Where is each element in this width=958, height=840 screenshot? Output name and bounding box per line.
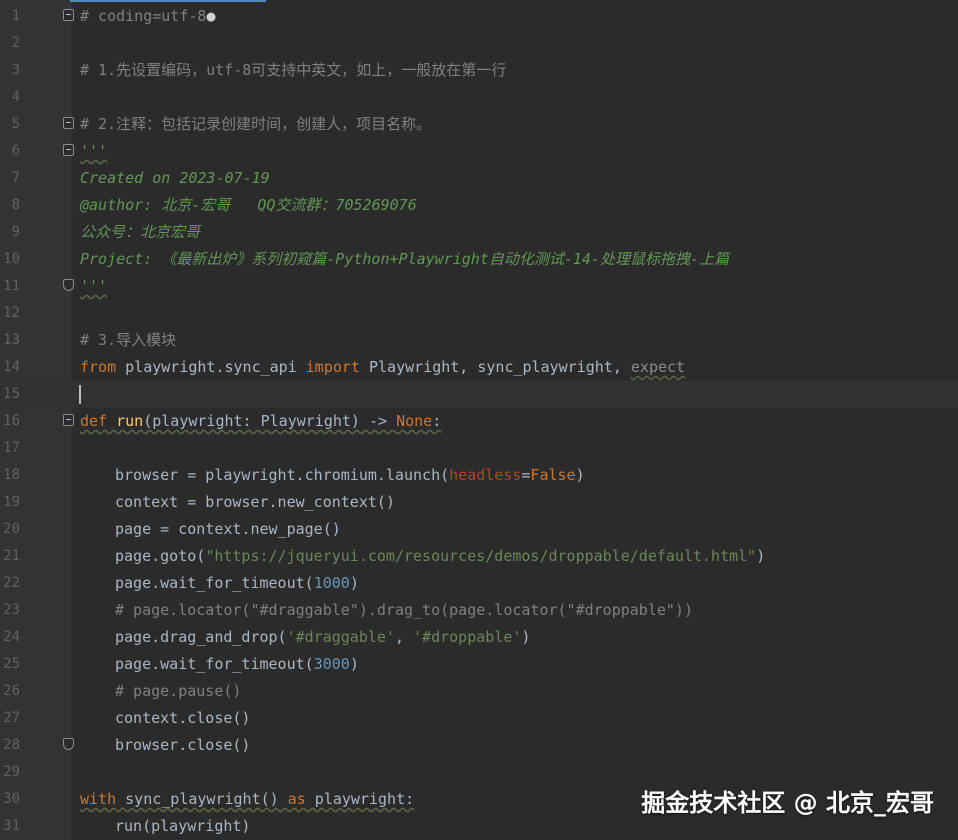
fold-end-marker-icon[interactable] xyxy=(63,738,74,750)
code-text: # 3.导入模块 xyxy=(80,331,177,349)
line-number: 15 xyxy=(3,386,20,402)
code-text: # 2.注释：包括记录创建时间，创建人，项目名称。 xyxy=(80,115,432,133)
code-text: context.close() xyxy=(115,709,251,727)
line-number: 19 xyxy=(3,494,20,510)
code-text: # page.pause() xyxy=(115,682,242,700)
line-number: 30 xyxy=(3,791,20,807)
code-line-22: 22 page.wait_for_timeout(1000) xyxy=(0,570,958,597)
code-line-26: 26 # page.pause() xyxy=(0,678,958,705)
line-number: 20 xyxy=(3,521,20,537)
line-number: 21 xyxy=(3,548,20,564)
active-tab-indicator xyxy=(70,0,266,2)
line-number: 18 xyxy=(3,467,20,483)
code-line-15-current: 15 xyxy=(0,381,958,408)
code-line-24: 24 page.drag_and_drop('#draggable', '#dr… xyxy=(0,624,958,651)
code-text: ''' xyxy=(80,277,108,295)
line-number: 9 xyxy=(11,224,20,240)
line-number: 13 xyxy=(3,332,20,348)
line-number: 2 xyxy=(11,35,20,51)
code-text: 公众号：北京宏哥 xyxy=(80,223,201,241)
code-text: page.wait_for_timeout(3000) xyxy=(115,655,359,673)
code-text: page.goto("https://jqueryui.com/resource… xyxy=(115,547,766,565)
line-number: 29 xyxy=(3,764,20,780)
code-text: with sync_playwright() as playwright: xyxy=(80,790,415,808)
line-number: 23 xyxy=(3,602,20,618)
code-text: @author: 北京-宏哥 QQ交流群：705269076 xyxy=(80,196,417,214)
line-number: 16 xyxy=(3,413,20,429)
code-text: ''' xyxy=(80,142,108,160)
code-line-13: 13 # 3.导入模块 xyxy=(0,327,958,354)
line-number: 26 xyxy=(3,683,20,699)
fold-marker-icon[interactable] xyxy=(63,117,74,129)
code-line-2: 2 xyxy=(0,30,958,57)
code-line-19: 19 context = browser.new_context() xyxy=(0,489,958,516)
code-line-20: 20 page = context.new_page() xyxy=(0,516,958,543)
line-number: 12 xyxy=(3,305,20,321)
fold-marker-icon[interactable] xyxy=(63,414,74,426)
code-text: run(playwright) xyxy=(115,817,251,835)
code-line-12: 12 xyxy=(0,300,958,327)
code-line-29: 29 xyxy=(0,759,958,786)
line-number: 3 xyxy=(11,62,20,78)
code-line-27: 27 context.close() xyxy=(0,705,958,732)
code-line-18: 18 browser = playwright.chromium.launch(… xyxy=(0,462,958,489)
line-number: 5 xyxy=(11,116,20,132)
code-text: # 1.先设置编码，utf-8可支持中英文，如上，一般放在第一行 xyxy=(80,61,507,79)
fold-marker-icon[interactable] xyxy=(63,144,74,156)
code-text: def run(playwright: Playwright) -> None: xyxy=(80,412,442,430)
code-line-17: 17 xyxy=(0,435,958,462)
fold-end-marker-icon[interactable] xyxy=(63,279,74,291)
code-line-10: 10 Project: 《最新出炉》系列初窥篇-Python+Playwrigh… xyxy=(0,246,958,273)
code-line-25: 25 page.wait_for_timeout(3000) xyxy=(0,651,958,678)
code-text: context = browser.new_context() xyxy=(115,493,395,511)
line-number: 4 xyxy=(11,89,20,105)
code-line-5: 5 # 2.注释：包括记录创建时间，创建人，项目名称。 xyxy=(0,111,958,138)
code-text: # page.locator("#draggable").drag_to(pag… xyxy=(115,601,693,619)
code-line-21: 21 page.goto("https://jqueryui.com/resou… xyxy=(0,543,958,570)
text-cursor xyxy=(79,385,81,404)
code-text: Project: 《最新出炉》系列初窥篇-Python+Playwright自动… xyxy=(80,250,729,268)
code-line-7: 7 Created on 2023-07-19 xyxy=(0,165,958,192)
code-line-14: 14 from playwright.sync_api import Playw… xyxy=(0,354,958,381)
line-number: 1 xyxy=(11,8,20,24)
code-text: # coding=utf-8● xyxy=(80,7,216,25)
code-text: browser = playwright.chromium.launch(hea… xyxy=(115,466,585,484)
code-line-11: 11 ''' xyxy=(0,273,958,300)
line-number: 17 xyxy=(3,440,20,456)
code-text: page.wait_for_timeout(1000) xyxy=(115,574,359,592)
watermark: 掘金技术社区 @ 北京_宏哥 xyxy=(641,789,934,817)
line-number: 31 xyxy=(3,818,20,834)
line-number: 24 xyxy=(3,629,20,645)
code-line-1: 1 # coding=utf-8● xyxy=(0,3,958,30)
code-line-23: 23 # page.locator("#draggable").drag_to(… xyxy=(0,597,958,624)
code-line-28: 28 browser.close() xyxy=(0,732,958,759)
code-text: from playwright.sync_api import Playwrig… xyxy=(80,358,686,376)
line-number: 11 xyxy=(3,278,20,294)
code-line-4: 4 xyxy=(0,84,958,111)
line-number: 10 xyxy=(3,251,20,267)
code-text: browser.close() xyxy=(115,736,251,754)
code-text: page = context.new_page() xyxy=(115,520,341,538)
line-number: 28 xyxy=(3,737,20,753)
line-number: 8 xyxy=(11,197,20,213)
flame-icon: ● xyxy=(206,7,216,25)
line-number: 7 xyxy=(11,170,20,186)
code-line-3: 3 # 1.先设置编码，utf-8可支持中英文，如上，一般放在第一行 xyxy=(0,57,958,84)
code-line-9: 9 公众号：北京宏哥 xyxy=(0,219,958,246)
code-line-8: 8 @author: 北京-宏哥 QQ交流群：705269076 xyxy=(0,192,958,219)
line-number: 25 xyxy=(3,656,20,672)
fold-marker-icon[interactable] xyxy=(63,9,74,21)
line-number: 6 xyxy=(11,143,20,159)
code-line-16: 16 def run(playwright: Playwright) -> No… xyxy=(0,408,958,435)
code-text: page.drag_and_drop('#draggable', '#dropp… xyxy=(115,628,531,646)
code-line-6: 6 ''' xyxy=(0,138,958,165)
code-text: Created on 2023-07-19 xyxy=(80,169,270,187)
line-number: 27 xyxy=(3,710,20,726)
line-number: 14 xyxy=(3,359,20,375)
line-number: 22 xyxy=(3,575,20,591)
